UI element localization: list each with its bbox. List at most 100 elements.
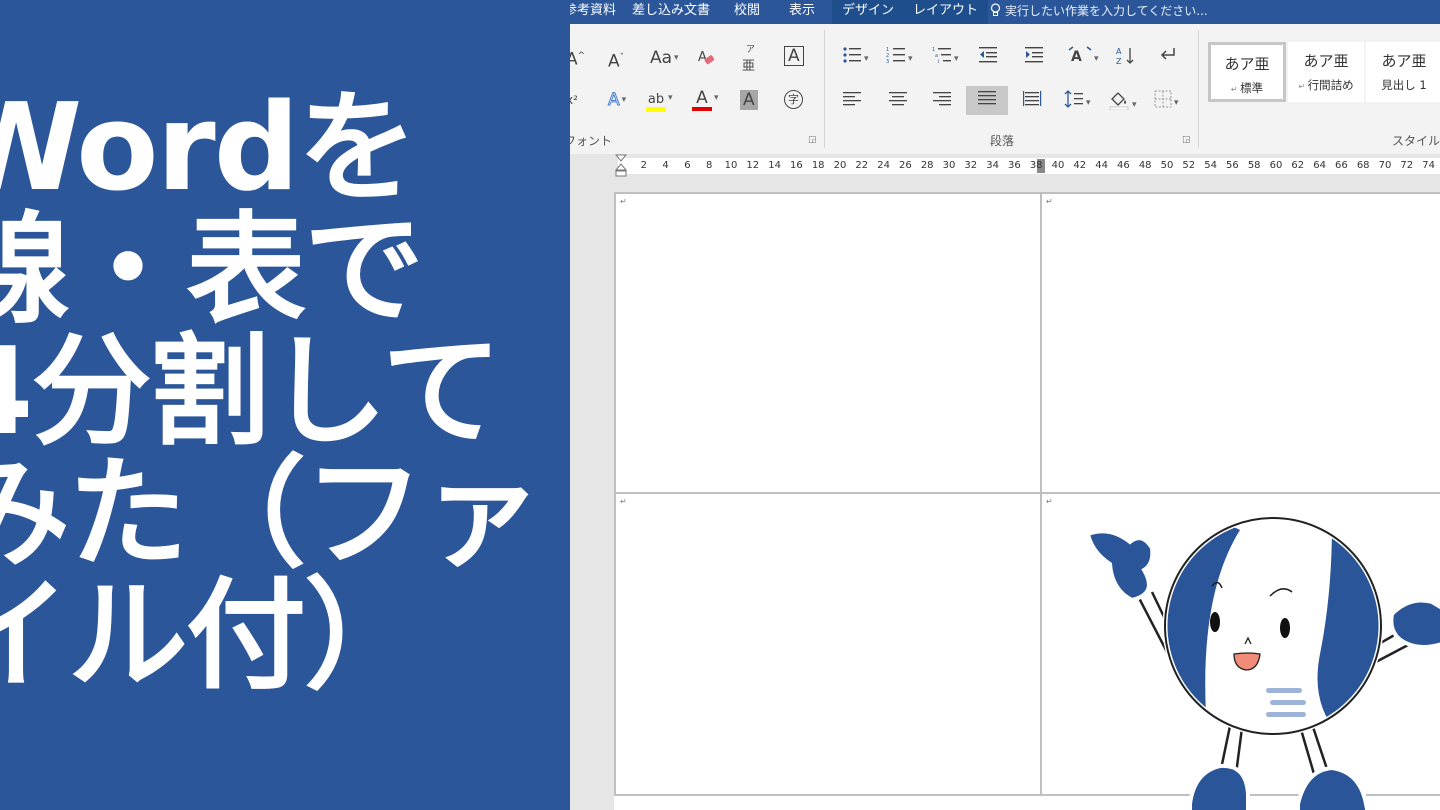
sort-button[interactable]: AZ [1116, 46, 1136, 71]
character-border-label: A [784, 46, 804, 66]
justify-button[interactable] [966, 86, 1008, 115]
horizontal-ruler[interactable]: 2 4 6 8 10 12 14 16 18 20 22 24 26 28 30 32 34 36 38 40 42 44… [570, 154, 1440, 178]
increase-indent-button[interactable] [1024, 46, 1044, 69]
first-line-indent-marker-icon[interactable] [615, 154, 627, 178]
multilevel-list-button[interactable]: 1 a i ▾ [932, 46, 959, 69]
shading-button[interactable]: ▾ [1108, 90, 1137, 115]
font-dialog-launcher-icon[interactable]: ◲ [808, 135, 817, 145]
highlight-color-button[interactable]: ab ▾ [646, 88, 673, 112]
align-left-button[interactable] [842, 90, 862, 113]
table-cell-r1c2[interactable]: ↵ [1040, 192, 1440, 494]
ruler-tick: 34 [986, 160, 999, 171]
line-spacing-icon [1064, 90, 1083, 108]
ruler-tick: 6 [684, 160, 691, 171]
style-name-text: 標準 [1240, 81, 1264, 95]
word-window: 参考資料 差し込み文書 校閲 表示 デザイン レイアウト 実行したい作業を入力し… [570, 0, 1440, 810]
style-name: 見出し 1 [1366, 77, 1440, 93]
ribbon-tab-bar: 参考資料 差し込み文書 校閲 表示 デザイン レイアウト 実行したい作業を入力し… [570, 0, 1440, 24]
asian-layout-icon: A [1068, 46, 1092, 65]
ruler-tick: 22 [855, 160, 869, 171]
phonetic-guide-button[interactable]: ア亜 [742, 46, 755, 77]
show-formatting-marks-button[interactable] [1158, 46, 1178, 69]
ruler-tick: 18 [811, 160, 825, 171]
ruler-tick: 70 [1378, 160, 1392, 171]
ruler-tick: 16 [790, 160, 803, 171]
decrease-indent-button[interactable] [978, 46, 998, 69]
ribbon-separator [1198, 30, 1199, 148]
title-panel: Wordを 線・表で 4分割して みた（ファ イル付） [0, 0, 570, 810]
character-border-button[interactable]: A [784, 46, 804, 66]
character-shading-label: A [740, 90, 758, 110]
tab-layout[interactable]: レイアウト [903, 0, 989, 24]
ruler-tick: 10 [724, 160, 738, 171]
style-heading-1[interactable]: あア亜 見出し 1 [1366, 42, 1440, 102]
text-effects-button[interactable]: A ▾ [608, 90, 627, 111]
ruler-tick: 36 [1008, 160, 1021, 171]
tell-me-placeholder: 実行したい作業を入力してください... [1005, 4, 1208, 18]
style-normal[interactable]: あア亜 ↵ 標準 [1208, 42, 1286, 102]
ruler-tick: 26 [899, 160, 912, 171]
ruler-tick: 40 [1051, 160, 1065, 171]
svg-text:Z: Z [1116, 57, 1122, 66]
clear-formatting-button[interactable]: A [696, 48, 716, 73]
enter-arrow-icon [1160, 48, 1175, 60]
headline-line-2: 線・表で [0, 201, 424, 340]
borders-button[interactable]: ▾ [1154, 90, 1179, 113]
ruler-tick: 64 [1313, 160, 1326, 171]
ruler-tick: 52 [1182, 160, 1196, 171]
decrease-indent-icon [979, 47, 997, 63]
line-spacing-button[interactable]: ▾ [1064, 90, 1091, 113]
character-shading-button[interactable]: A [740, 90, 758, 110]
ruler-tick: 24 [877, 160, 890, 171]
tab-review[interactable]: 校閲 [734, 0, 760, 24]
align-right-button[interactable] [932, 90, 952, 113]
highlight-color-bar [646, 107, 666, 112]
tab-references[interactable]: 参考資料 [570, 0, 616, 24]
paragraph-mark: ↵ [1046, 197, 1053, 206]
svg-text:A: A [698, 50, 707, 65]
distributed-button[interactable] [1022, 90, 1042, 113]
tab-design[interactable]: デザイン [832, 0, 905, 24]
ruler-tick: 56 [1226, 160, 1239, 171]
font-group-label: フォント [570, 134, 613, 148]
ruler-tick: 42 [1073, 160, 1087, 171]
ruler-tick: 58 [1247, 160, 1261, 171]
headline-line-4: みた（ファ [0, 445, 542, 584]
ruler-tick: 2 [640, 160, 647, 171]
text-effects-label: A [608, 90, 621, 111]
style-sample: あア亜 [1303, 52, 1349, 70]
ruler-tick: 54 [1204, 160, 1217, 171]
asian-layout-button[interactable]: A ▾ [1068, 46, 1099, 69]
align-left-icon [843, 92, 861, 106]
sort-icon: AZ [1116, 47, 1134, 66]
enclose-characters-button[interactable]: 字 [784, 90, 803, 110]
font-color-button[interactable]: A ▾ [692, 88, 719, 111]
style-sample: あア亜 [1224, 55, 1270, 73]
align-right-icon [933, 92, 951, 106]
justify-icon [978, 91, 996, 105]
ruler-tick: 8 [706, 160, 713, 171]
bullets-button[interactable]: ▾ [842, 46, 869, 69]
style-no-spacing[interactable]: あア亜 ↵ 行間詰め [1288, 42, 1364, 102]
align-center-button[interactable] [888, 90, 908, 113]
tab-view[interactable]: 表示 [789, 0, 815, 24]
style-name-text: 見出し 1 [1381, 78, 1427, 92]
paragraph-dialog-launcher-icon[interactable]: ◲ [1182, 135, 1191, 145]
increase-indent-icon [1025, 47, 1043, 63]
tab-mailings[interactable]: 差し込み文書 [632, 0, 710, 24]
grow-font-partial-button[interactable]: A^ [570, 46, 585, 70]
paragraph-mark: ↵ [1046, 497, 1053, 506]
numbering-button[interactable]: 1 2 3 ▾ [886, 46, 913, 69]
paragraph-group-label: 段落 [990, 134, 1015, 148]
shrink-font-button[interactable]: Aˇ [608, 48, 624, 72]
superscript-partial-button[interactable]: x² [570, 90, 578, 110]
borders-icon [1154, 90, 1172, 108]
style-name-text: 行間詰め [1307, 78, 1354, 92]
change-case-label: Aa [650, 48, 673, 68]
tell-me-box[interactable]: 実行したい作業を入力してください... [990, 0, 1208, 24]
table-cell-r2c1[interactable]: ↵ [614, 492, 1042, 796]
font-color-label: A [696, 88, 708, 108]
table-cell-r1c1[interactable]: ↵ [614, 192, 1042, 494]
ruler-tick: 4 [662, 160, 669, 171]
change-case-button[interactable]: Aa ▾ [650, 48, 679, 68]
